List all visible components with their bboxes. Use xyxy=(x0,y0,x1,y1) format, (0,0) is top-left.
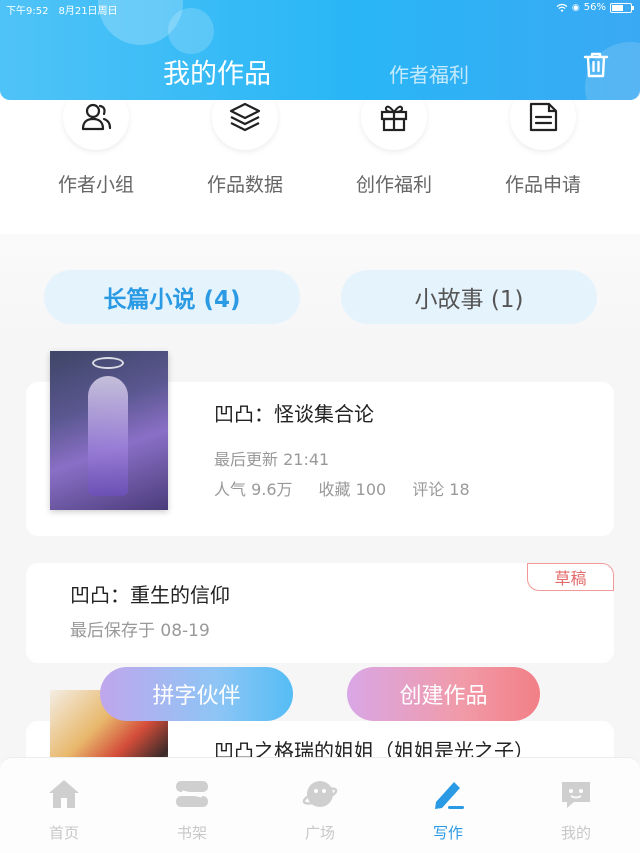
trash-icon[interactable] xyxy=(580,49,612,81)
nav-label: 我的 xyxy=(560,824,591,842)
document-icon xyxy=(529,102,558,132)
work-last-saved: 最后保存于 08-19 xyxy=(70,621,210,641)
nav-label: 广场 xyxy=(304,824,335,842)
segment-short-story[interactable]: 小故事 (1) xyxy=(341,270,597,324)
bottom-nav: 首页 书架 广场 写作 我的 xyxy=(0,757,640,853)
home-icon xyxy=(49,780,79,808)
quick-action-label: 创作福利 xyxy=(355,174,432,196)
nav-label: 写作 xyxy=(432,824,463,842)
top-header: 下午9:52 8月21日周日 ◉ 56% 我的作品 作者福利 xyxy=(0,0,640,100)
work-favorites: 收藏 100 xyxy=(318,480,387,499)
chat-bubble-icon xyxy=(562,782,590,808)
work-title: 凹凸：重生的信仰 xyxy=(70,583,230,607)
lock-rotation-icon: ◉ xyxy=(571,2,580,13)
nav-bookshelf[interactable]: 书架 xyxy=(152,776,232,843)
work-cover-image[interactable] xyxy=(50,351,168,510)
wifi-icon xyxy=(556,3,568,12)
planet-icon xyxy=(302,781,338,807)
create-work-button[interactable]: 创建作品 xyxy=(347,667,540,721)
status-time: 下午9:52 xyxy=(6,6,49,17)
nav-write[interactable]: 写作 xyxy=(408,776,488,843)
nav-mine[interactable]: 我的 xyxy=(536,776,616,843)
nav-label: 首页 xyxy=(48,824,79,842)
segment-long-novel[interactable]: 长篇小说 (4) xyxy=(44,270,300,324)
work-last-update: 最后更新 21:41 xyxy=(214,450,330,469)
nav-home[interactable]: 首页 xyxy=(24,776,104,843)
work-card[interactable] xyxy=(26,563,614,663)
quick-actions: 作者小组 作品数据 创作福利 作品申请 xyxy=(0,84,640,234)
quick-action-work-data[interactable]: 作品数据 xyxy=(185,84,305,197)
battery-icon xyxy=(610,2,634,13)
quick-action-author-group[interactable]: 作者小组 xyxy=(36,84,156,197)
status-date: 8月21日周日 xyxy=(58,6,118,17)
users-icon xyxy=(81,103,112,131)
work-type-segment: 长篇小说 (4) 小故事 (1) xyxy=(0,234,640,344)
work-comments: 评论 18 xyxy=(412,480,470,499)
work-stats: 人气 9.6万 收藏 100 评论 18 xyxy=(214,476,470,500)
work-title: 凹凸：怪谈集合论 xyxy=(214,402,374,426)
status-bar: 下午9:52 8月21日周日 ◉ 56% xyxy=(0,0,640,17)
battery-percent: 56% xyxy=(583,2,606,13)
nav-label: 书架 xyxy=(176,824,207,842)
pen-icon xyxy=(435,782,464,809)
tab-my-works[interactable]: 我的作品 xyxy=(163,52,271,91)
quick-action-creation-benefits[interactable]: 创作福利 xyxy=(334,84,454,197)
bookshelf-icon xyxy=(176,781,208,807)
tab-author-benefits[interactable]: 作者福利 xyxy=(389,59,469,88)
work-popularity: 人气 9.6万 xyxy=(214,480,293,499)
gift-icon xyxy=(380,105,408,132)
quick-action-label: 作品申请 xyxy=(504,174,581,196)
quick-action-label: 作品数据 xyxy=(206,174,283,196)
typing-partner-button[interactable]: 拼字伙伴 xyxy=(100,667,293,721)
nav-square[interactable]: 广场 xyxy=(280,776,360,843)
quick-action-work-application[interactable]: 作品申请 xyxy=(483,84,603,197)
quick-action-label: 作者小组 xyxy=(57,174,134,196)
layers-icon xyxy=(229,102,261,132)
draft-badge: 草稿 xyxy=(527,563,614,591)
